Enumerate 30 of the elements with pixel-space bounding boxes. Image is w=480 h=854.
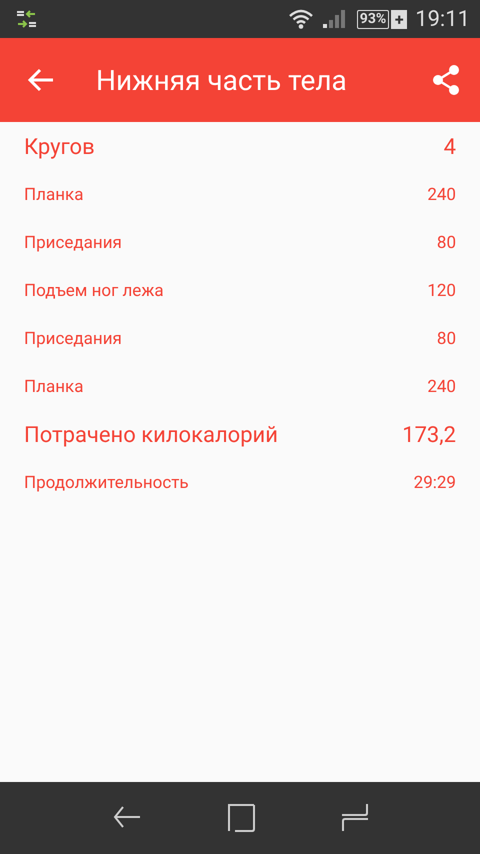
back-button[interactable]: [28, 68, 54, 92]
stat-label: Планка: [24, 185, 84, 205]
share-icon: [432, 64, 460, 96]
stat-label: Подъем ног лежа: [24, 281, 164, 301]
stat-label: Планка: [24, 377, 84, 397]
wifi-icon: [288, 9, 313, 29]
home-button[interactable]: [227, 803, 255, 833]
stat-value: 120: [427, 281, 456, 301]
stat-value: 240: [427, 185, 456, 205]
stat-value: 173,2: [402, 422, 456, 448]
clock: 19:11: [415, 6, 470, 32]
stat-value: 29:29: [414, 473, 456, 493]
signal-icon: [322, 9, 347, 29]
stat-label: Потрачено килокалорий: [24, 422, 278, 448]
stat-value: 80: [436, 233, 456, 253]
screen-title: Нижняя часть тела: [96, 64, 348, 96]
stat-value: 4: [444, 134, 456, 160]
stat-label: Продолжительность: [24, 473, 189, 493]
stat-value: 80: [436, 329, 456, 349]
share-button[interactable]: [432, 64, 460, 96]
back-arrow-icon: [28, 68, 54, 92]
stat-value: 240: [427, 377, 456, 397]
recents-icon: [341, 803, 369, 833]
stat-label: Кругов: [24, 134, 95, 160]
stat-label: Приседания: [24, 329, 122, 349]
notification-icon: [17, 10, 37, 28]
charging-icon: +: [391, 10, 408, 28]
recents-button[interactable]: [341, 803, 369, 833]
stat-label: Приседания: [24, 233, 122, 253]
battery-level: 93%: [356, 10, 390, 28]
